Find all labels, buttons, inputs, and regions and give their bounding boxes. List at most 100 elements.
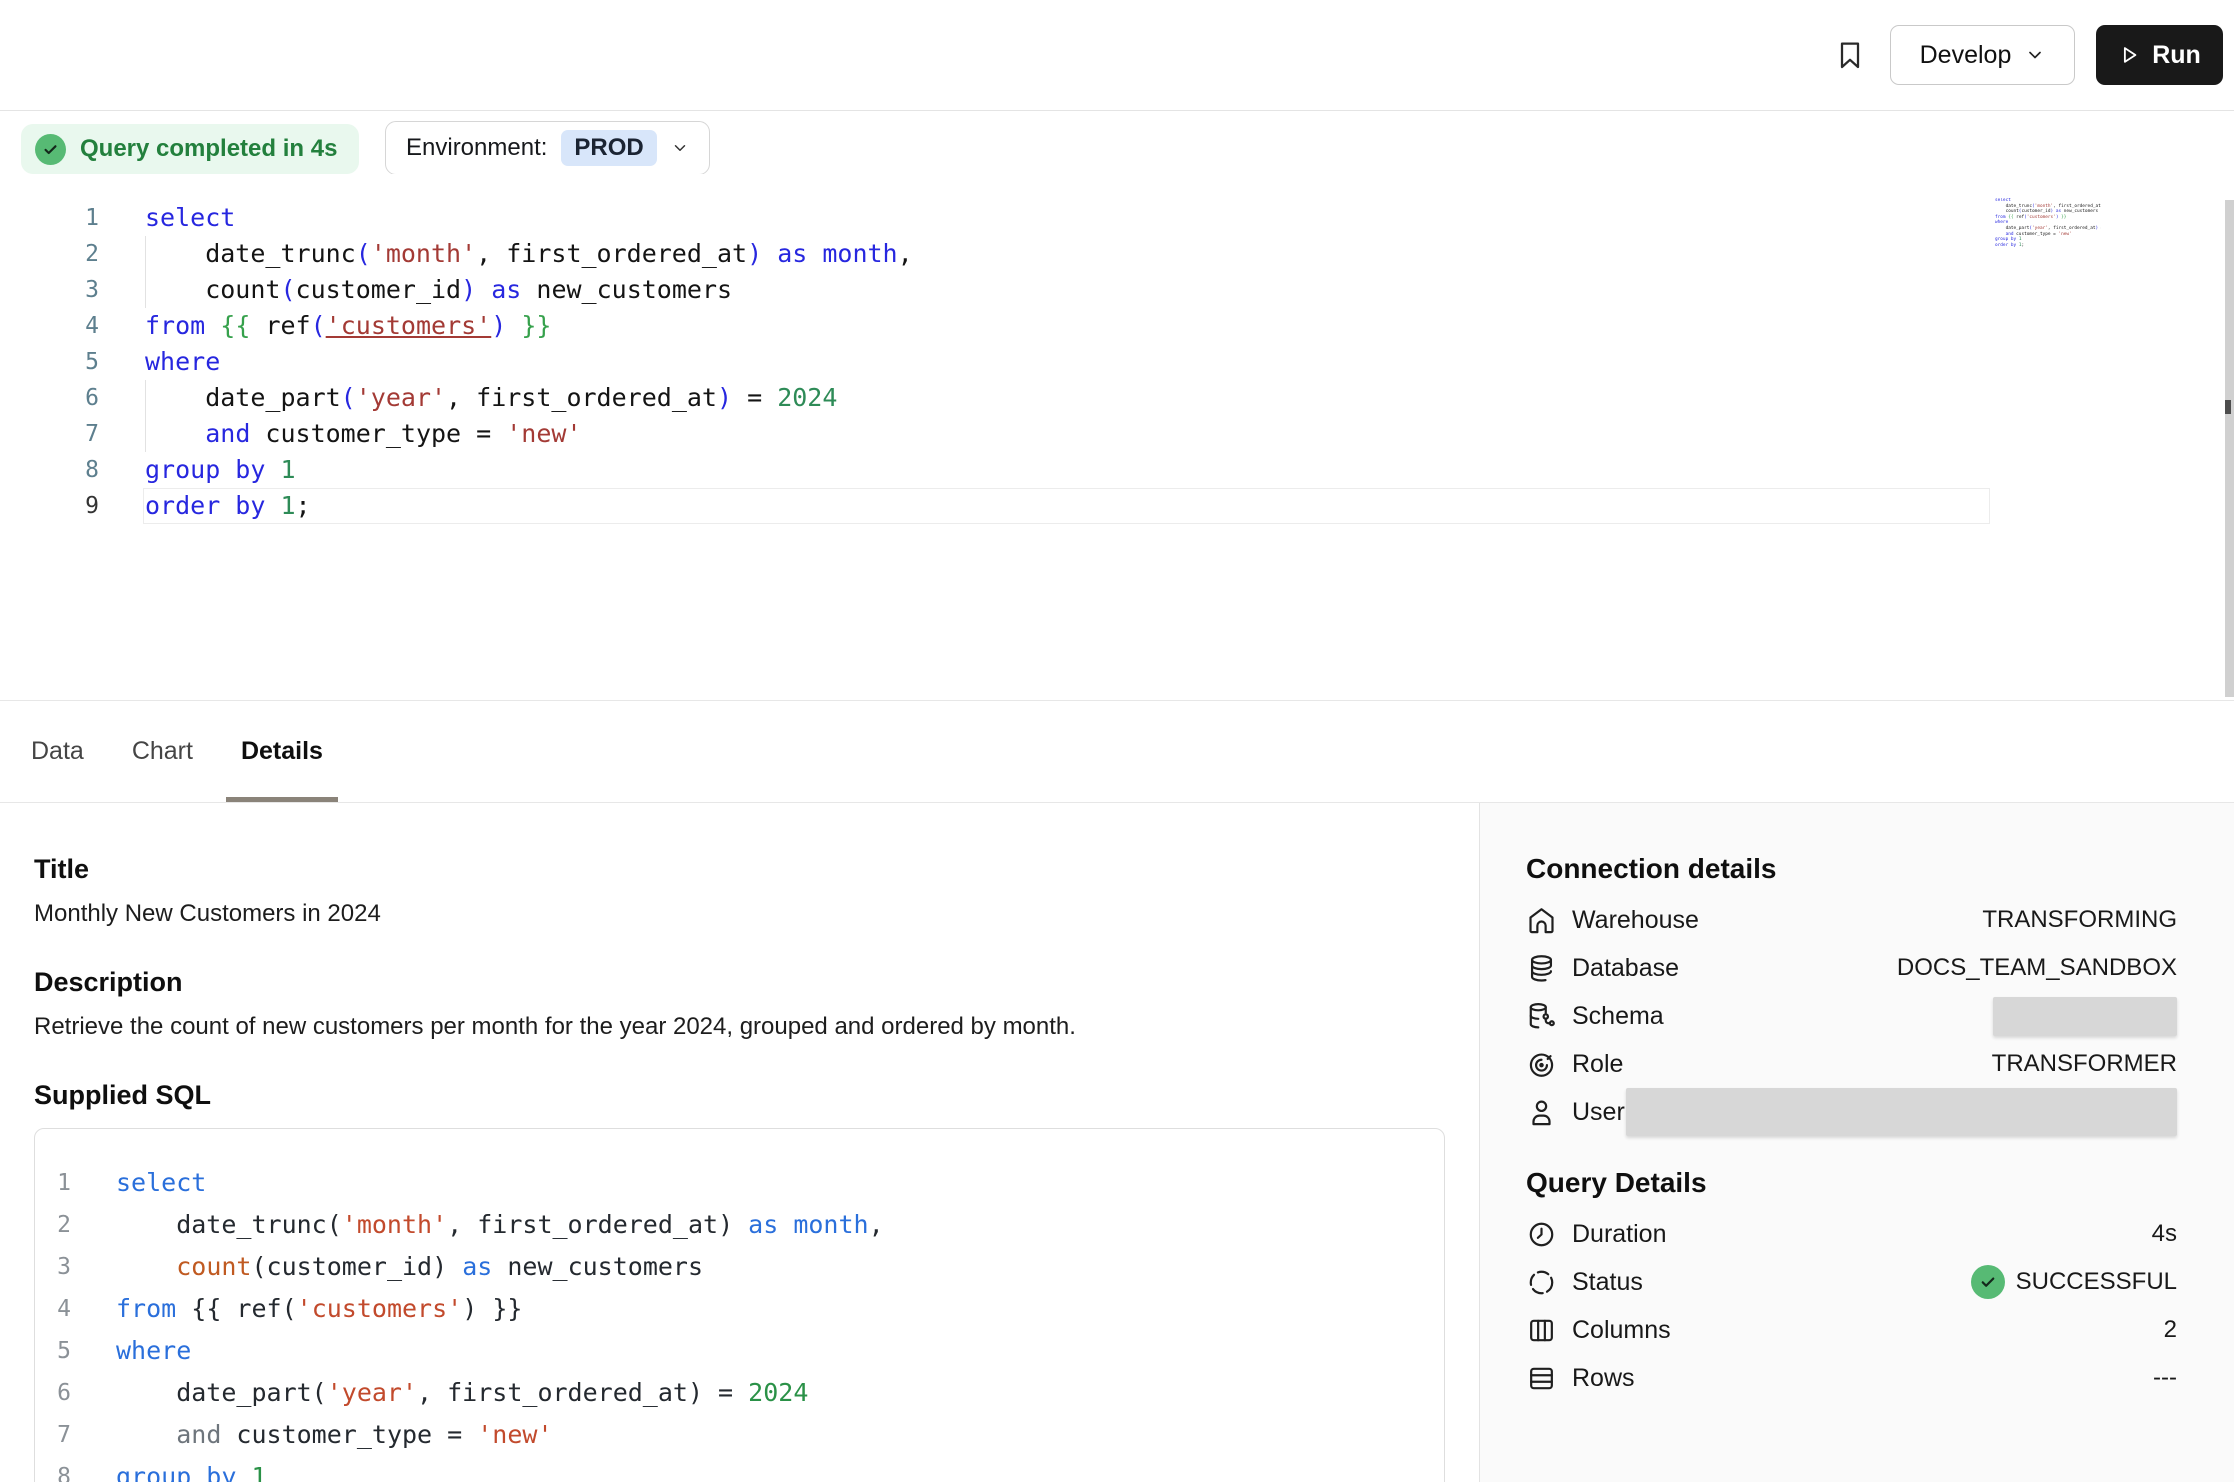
develop-button-label: Develop bbox=[1920, 41, 2012, 70]
query-details-heading: Query Details bbox=[1526, 1166, 2177, 1200]
row-label: Role bbox=[1572, 1050, 1623, 1079]
connection-details-rows: Warehouse TRANSFORMING DatabaseDOCS_TEAM_S… bbox=[1526, 896, 2177, 1136]
row-value: SUCCESSFUL bbox=[1971, 1265, 2177, 1299]
tab-label: Data bbox=[31, 737, 84, 766]
row-value: DOCS_TEAM_SANDBOX bbox=[1897, 954, 2177, 982]
editor-lines[interactable]: 1select2 date_trunc('month', first_order… bbox=[0, 200, 2234, 524]
tab-label: Chart bbox=[132, 737, 193, 766]
tab-data[interactable]: Data bbox=[16, 701, 99, 802]
code-line-2[interactable]: 2 date_trunc('month', first_ordered_at) … bbox=[0, 236, 2234, 272]
row-value-text: 4s bbox=[2152, 1220, 2177, 1248]
run-button[interactable]: Run bbox=[2096, 25, 2223, 85]
code-line-4: 4 from {{ ref('customers') }} bbox=[35, 1288, 1444, 1330]
line-number: 7 bbox=[0, 416, 99, 452]
code-line-1: 1select bbox=[35, 1162, 1444, 1204]
columns-icon bbox=[1526, 1315, 1557, 1346]
connection-details-row-user: User bbox=[1526, 1088, 2177, 1136]
code-line-5: 5where bbox=[35, 1330, 1444, 1372]
code-text: where bbox=[116, 1330, 191, 1372]
code-line-7[interactable]: 7 and customer_type = 'new' bbox=[0, 416, 2234, 452]
code-line-2: 2 date_trunc('month', first_ordered_at) … bbox=[35, 1204, 1444, 1246]
redacted-value bbox=[1993, 997, 2177, 1036]
connection-details-row-database: DatabaseDOCS_TEAM_SANDBOX bbox=[1526, 944, 2177, 992]
clock-icon bbox=[1526, 1219, 1557, 1250]
connection-details-row-warehouse: Warehouse TRANSFORMING bbox=[1526, 896, 2177, 944]
line-number: 3 bbox=[0, 272, 99, 308]
row-value-text: --- bbox=[2153, 1364, 2177, 1392]
query-status-pill: Query completed in 4s bbox=[21, 124, 359, 174]
query-status-text: Query completed in 4s bbox=[80, 135, 337, 163]
line-number: 9 bbox=[0, 488, 99, 524]
chevron-down-icon bbox=[671, 139, 689, 157]
row-value-text: TRANSFORMING bbox=[1982, 906, 2177, 934]
description-value: Retrieve the count of new customers per … bbox=[34, 1012, 1479, 1042]
row-value-text: SUCCESSFUL bbox=[2016, 1268, 2177, 1296]
chevron-down-icon bbox=[2025, 45, 2045, 65]
code-line-1[interactable]: 1 select bbox=[0, 200, 2234, 236]
code-line-4[interactable]: 4from {{ ref('customers') }} bbox=[0, 308, 2234, 344]
code-line-9[interactable]: 9 order by 1; bbox=[0, 488, 2234, 524]
code-line-8[interactable]: 8group by 1 bbox=[0, 452, 2234, 488]
code-line-7: 7 and customer_type = 'new' bbox=[35, 1414, 1444, 1456]
environment-dropdown[interactable]: Environment: PROD bbox=[385, 121, 710, 175]
code-text: order by 1; bbox=[145, 488, 311, 524]
editor-scrollbar[interactable] bbox=[2225, 200, 2234, 697]
code-line-3[interactable]: 3 count(customer_id) as new_customers bbox=[0, 272, 2234, 308]
success-check-icon bbox=[1971, 1265, 2005, 1299]
query-details-rows: Duration4sStatusSUCCESSFULColumns2Rows--… bbox=[1526, 1210, 2177, 1402]
row-label: Status bbox=[1572, 1268, 1643, 1297]
code-line-5[interactable]: 5where bbox=[0, 344, 2234, 380]
code-line-6: 6 date_part('year', first_ordered_at) = … bbox=[35, 1372, 1444, 1414]
code-text: date_part('year', first_ordered_at) = 20… bbox=[116, 1372, 808, 1414]
code-text: date_trunc('month', first_ordered_at) as… bbox=[145, 236, 913, 272]
editor-minimap[interactable]: select date_trunc('month', first_ordered… bbox=[1995, 198, 2101, 262]
row-value: 2 bbox=[2164, 1316, 2177, 1344]
code-text: from {{ ref('customers') }} bbox=[145, 308, 551, 344]
editor-scrollbar-thumb[interactable] bbox=[2225, 400, 2231, 414]
line-number: 1 bbox=[0, 200, 99, 236]
code-text: from {{ ref('customers') }} bbox=[116, 1288, 522, 1330]
title-heading: Title bbox=[34, 853, 1479, 885]
line-number: 2 bbox=[35, 1204, 71, 1246]
line-number: 4 bbox=[35, 1288, 71, 1330]
line-number: 8 bbox=[35, 1456, 71, 1482]
code-text: select bbox=[145, 200, 235, 236]
code-text: date_part('year', first_ordered_at) = 20… bbox=[145, 380, 837, 416]
details-content: Title Monthly New Customers in 2024 Desc… bbox=[0, 803, 2234, 1482]
row-label: Schema bbox=[1572, 1002, 1664, 1031]
code-line-8: 8group by 1 bbox=[35, 1456, 1444, 1482]
description-heading: Description bbox=[34, 966, 1479, 998]
header-toolbar: Develop Run bbox=[0, 0, 2234, 111]
query-details-row-columns: Columns2 bbox=[1526, 1306, 2177, 1354]
line-number: 5 bbox=[0, 344, 99, 380]
minimap-line: order by 1; bbox=[1995, 243, 2101, 249]
code-text: select bbox=[116, 1162, 206, 1204]
results-tabbar: Data Chart Details bbox=[0, 700, 2234, 803]
code-text: and customer_type = 'new' bbox=[145, 416, 582, 452]
tab-details[interactable]: Details bbox=[226, 701, 338, 802]
app-root: Develop Run Query completed in 4s Enviro… bbox=[0, 0, 2234, 1482]
code-text: and customer_type = 'new' bbox=[116, 1414, 553, 1456]
code-text: group by 1 bbox=[145, 452, 296, 488]
bookmark-button[interactable] bbox=[1828, 28, 1872, 82]
check-circle-icon bbox=[35, 134, 66, 165]
environment-label: Environment: bbox=[406, 134, 547, 162]
row-value bbox=[1993, 997, 2177, 1036]
user-icon bbox=[1526, 1097, 1557, 1128]
query-details-row-duration: Duration4s bbox=[1526, 1210, 2177, 1258]
role-icon bbox=[1526, 1049, 1557, 1080]
tab-label: Details bbox=[241, 737, 323, 766]
line-number: 2 bbox=[0, 236, 99, 272]
develop-button[interactable]: Develop bbox=[1890, 25, 2075, 85]
query-details-row-status: Status SUCCESSFUL bbox=[1526, 1258, 2177, 1306]
sql-editor[interactable]: 1select2 date_trunc('month', first_order… bbox=[0, 174, 2234, 698]
code-text: date_trunc('month', first_ordered_at) as… bbox=[116, 1204, 884, 1246]
row-label: Warehouse bbox=[1572, 906, 1699, 935]
line-number: 7 bbox=[35, 1414, 71, 1456]
schema-icon bbox=[1526, 1001, 1557, 1032]
connection-sidebar: Connection details WarehouseTRANSFORMING… bbox=[1479, 803, 2234, 1482]
code-line-6[interactable]: 6 date_part('year', first_ordered_at) = … bbox=[0, 380, 2234, 416]
details-panel: Title Monthly New Customers in 2024 Desc… bbox=[0, 803, 1479, 1482]
run-button-label: Run bbox=[2152, 41, 2201, 70]
tab-chart[interactable]: Chart bbox=[117, 701, 208, 802]
